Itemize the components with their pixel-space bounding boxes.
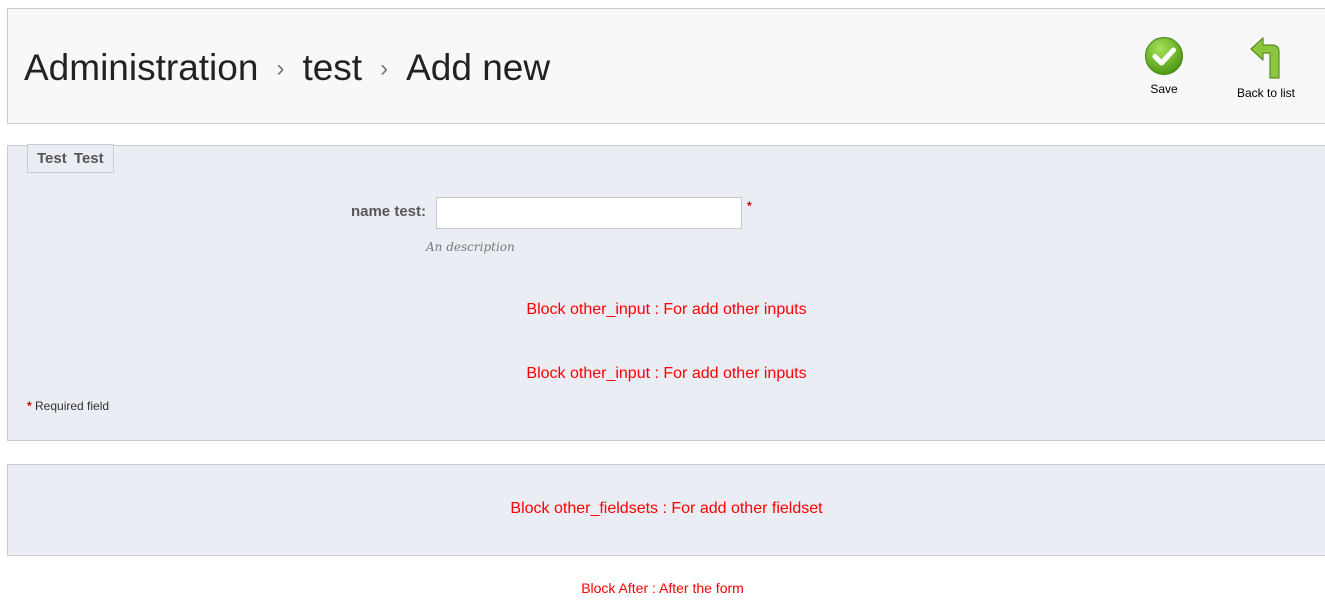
toolbar: Administration › test › Add new Save Bac… — [7, 8, 1325, 124]
other-fieldsets-panel: Block other_fieldsets : For add other fi… — [7, 464, 1325, 556]
back-arrow-icon — [1250, 37, 1280, 79]
breadcrumb: Administration › test › Add new — [24, 47, 550, 89]
main-fieldset: Test Test name test: * An description Bl… — [7, 144, 1325, 441]
breadcrumb-item-administration[interactable]: Administration — [24, 47, 258, 89]
required-marker: * — [747, 199, 752, 213]
block-other-fieldsets: Block other_fieldsets : For add other fi… — [510, 500, 823, 517]
back-to-list-button[interactable]: Back to list — [1224, 36, 1308, 100]
breadcrumb-item-test[interactable]: test — [302, 47, 362, 89]
breadcrumb-item-current: Add new — [406, 47, 551, 88]
block-after: Block After : After the form — [581, 580, 744, 596]
name-test-label: name test: — [350, 203, 426, 220]
block-other-input-2: Block other_input : For add other inputs — [526, 365, 807, 382]
field-description: An description — [426, 240, 515, 254]
name-test-input[interactable] — [436, 197, 742, 229]
save-button[interactable]: Save — [1139, 36, 1189, 96]
save-button-label: Save — [1150, 82, 1178, 96]
block-other-input-1: Block other_input : For add other inputs — [526, 301, 807, 318]
breadcrumb-separator: › — [380, 55, 389, 82]
required-note-star: * — [27, 399, 32, 413]
fieldset-legend: Test Test — [27, 144, 114, 173]
required-field-note: * Required field — [27, 399, 109, 413]
breadcrumb-separator: › — [276, 55, 285, 82]
check-circle-icon — [1145, 37, 1183, 75]
back-to-list-label: Back to list — [1236, 86, 1296, 100]
required-note-text: Required field — [35, 399, 110, 413]
